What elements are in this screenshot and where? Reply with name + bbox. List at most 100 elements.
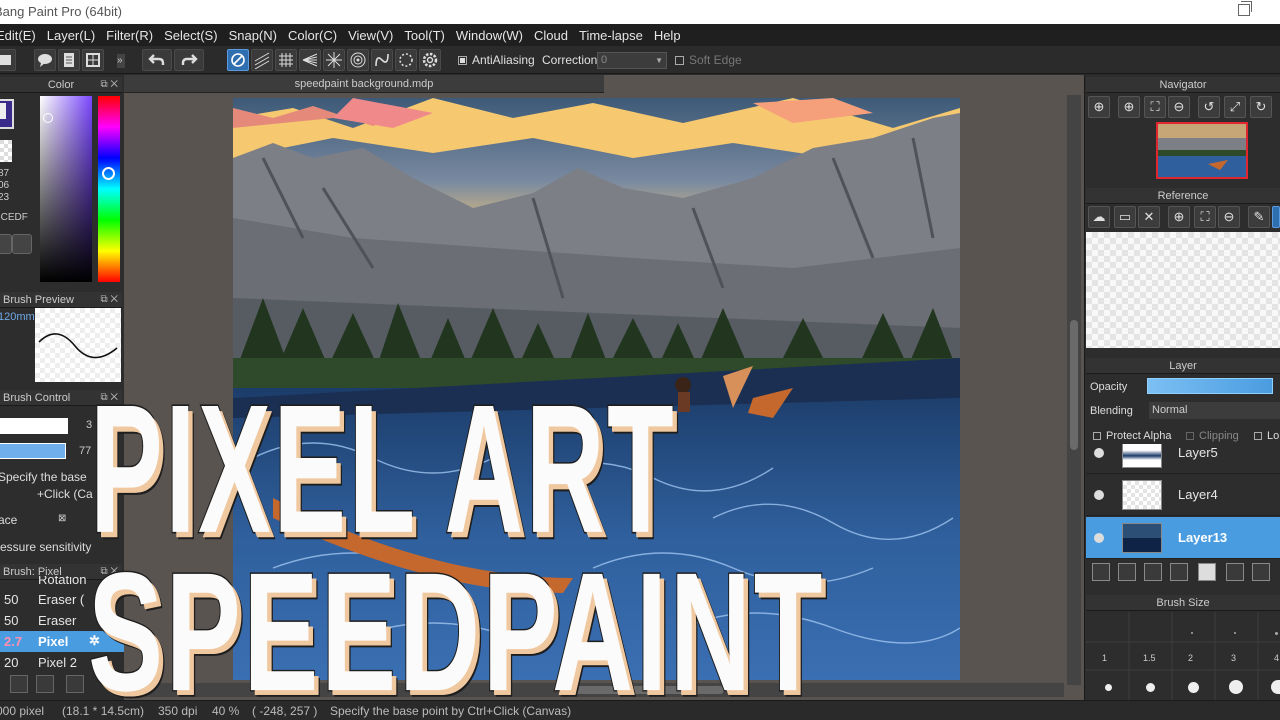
menu-help[interactable]: Help [654,28,681,43]
brush-size-dot[interactable] [1271,680,1280,694]
menu-time-lapse[interactable]: Time-lapse [579,28,643,43]
no-snap-icon[interactable] [227,49,249,71]
visibility-eye-icon[interactable] [1094,448,1104,458]
brush-settings-icon[interactable] [66,675,84,693]
antialiasing-checkbox[interactable] [458,56,467,65]
zoom-out-icon[interactable]: ⊖ [1218,206,1240,228]
stamp-icon[interactable] [0,49,16,71]
menu-select[interactable]: Select(S) [164,28,217,43]
eyedropper-button[interactable] [0,234,12,254]
cloud-download-icon[interactable]: ☁ [1088,206,1110,228]
zoom-out-icon[interactable]: ⊖ [1168,96,1190,118]
menu-layer[interactable]: Layer(L) [47,28,95,43]
open-folder-icon[interactable]: ▭ [1114,206,1136,228]
brush-size-label[interactable]: 1.5 [1143,653,1156,663]
brush-size-dot[interactable] [1188,682,1199,693]
vertical-scrollbar[interactable] [1067,95,1081,685]
lock-checkbox[interactable] [1254,432,1262,440]
visibility-eye-icon[interactable] [1094,533,1104,543]
new-halftone-layer-icon[interactable] [1118,563,1136,581]
new-1bit-layer-icon[interactable] [1144,563,1162,581]
panel-float-close-icon[interactable]: ⧉ ✕ [100,292,118,308]
eyedropper-icon[interactable]: ✎ [1248,206,1270,228]
background-color-swatch[interactable] [0,140,12,162]
document-tab[interactable]: speedpaint background.mdp [124,75,604,93]
brush-size-label[interactable]: 4 [1274,653,1279,663]
brush-size-dot[interactable] [1191,632,1193,634]
menu-window[interactable]: Window(W) [456,28,523,43]
fit-screen-icon[interactable]: ⛶ [1194,206,1216,228]
foreground-color-swatch[interactable] [0,99,14,129]
new-layer-icon[interactable] [1092,563,1110,581]
palette-icon[interactable] [12,234,32,254]
brush-size-label[interactable]: 2 [1188,653,1193,663]
rotate-right-icon[interactable]: ↻ [1250,96,1272,118]
layer-row-layer4[interactable]: Layer4 [1086,474,1280,516]
perspective-snap-icon[interactable] [299,49,321,71]
parallel-snap-icon[interactable] [251,49,273,71]
correction-select[interactable]: 0 ▼ [597,52,667,69]
document-icon[interactable] [58,49,80,71]
brush-size-label[interactable]: 1 [1102,653,1107,663]
scrollbar-thumb[interactable] [1070,320,1078,450]
grid-panel-icon[interactable] [82,49,104,71]
duplicate-layer-icon[interactable] [1226,563,1244,581]
panel-float-close-icon[interactable]: ⧉ ✕ [100,77,118,93]
brush-size-dot[interactable] [1275,632,1278,635]
fullscreen-icon[interactable]: ⤢ [1224,96,1246,118]
brush-size-dot[interactable] [1105,684,1112,691]
radial-snap-icon[interactable] [323,49,345,71]
menu-tool[interactable]: Tool(T) [404,28,444,43]
menu-cloud[interactable]: Cloud [534,28,568,43]
layer-row-layer13[interactable]: Layer13 [1086,517,1280,559]
toolbar-expand-icon[interactable]: » [117,54,125,68]
brush-size-dot[interactable] [1234,632,1236,634]
layer-row-layer5[interactable]: Layer5 [1086,444,1280,474]
menu-edit[interactable]: Edit(E) [0,28,36,43]
redo-icon[interactable] [174,49,204,71]
curve-snap-icon[interactable] [371,49,393,71]
saturation-value-picker[interactable] [40,96,92,282]
merge-layer-icon[interactable] [1252,563,1270,581]
close-icon[interactable]: ✕ [1138,206,1160,228]
copy-brush-icon[interactable] [36,675,54,693]
dots-circle-icon[interactable] [395,49,417,71]
new-brush-icon[interactable] [10,675,28,693]
menu-filter[interactable]: Filter(R) [106,28,153,43]
layer-menu-icon[interactable] [1170,563,1188,581]
concentric-snap-icon[interactable] [347,49,369,71]
layer-opacity-slider[interactable] [1147,378,1273,394]
clipping-checkbox[interactable] [1186,432,1194,440]
navigator-thumbnail[interactable] [1156,122,1248,179]
zoom-in-icon[interactable]: ⊕ [1168,206,1190,228]
menu-snap[interactable]: Snap(N) [229,28,277,43]
hue-slider-knob[interactable] [102,167,115,180]
rotate-left-icon[interactable]: ↺ [1198,96,1220,118]
reference-canvas[interactable] [1086,232,1280,348]
undo-icon[interactable] [142,49,172,71]
menu-view[interactable]: View(V) [348,28,393,43]
hue-slider[interactable] [98,96,120,282]
space-checkbox[interactable]: ⊠ [58,513,66,524]
menu-color[interactable]: Color(C) [288,28,337,43]
new-folder-icon[interactable] [1198,563,1216,581]
speech-bubble-icon[interactable] [34,49,56,71]
brush-opacity-slider[interactable] [0,443,66,459]
brush-size-dot[interactable] [1229,680,1243,694]
soft-edge-checkbox[interactable] [675,56,684,65]
settings-gear-icon[interactable] [419,49,441,71]
visibility-eye-icon[interactable] [1094,490,1104,500]
brush-size-slider[interactable] [0,418,68,434]
zoom-in-icon[interactable]: ⊕ [1118,96,1140,118]
blending-mode-select[interactable]: Normal [1149,402,1280,419]
brush-size-label[interactable]: 3 [1231,653,1236,663]
color-picker-handle[interactable] [43,113,53,123]
restore-window-icon[interactable] [1238,1,1252,16]
zoom-in-icon[interactable]: ⊕ [1088,96,1110,118]
brush-size-dot[interactable] [1146,683,1155,692]
grid-snap-icon[interactable] [275,49,297,71]
reference-option-toggle[interactable] [1272,206,1280,228]
protect-alpha-checkbox[interactable] [1093,432,1101,440]
fit-screen-icon[interactable]: ⛶ [1144,96,1166,118]
hex-value[interactable]: BCEDF [0,212,28,223]
